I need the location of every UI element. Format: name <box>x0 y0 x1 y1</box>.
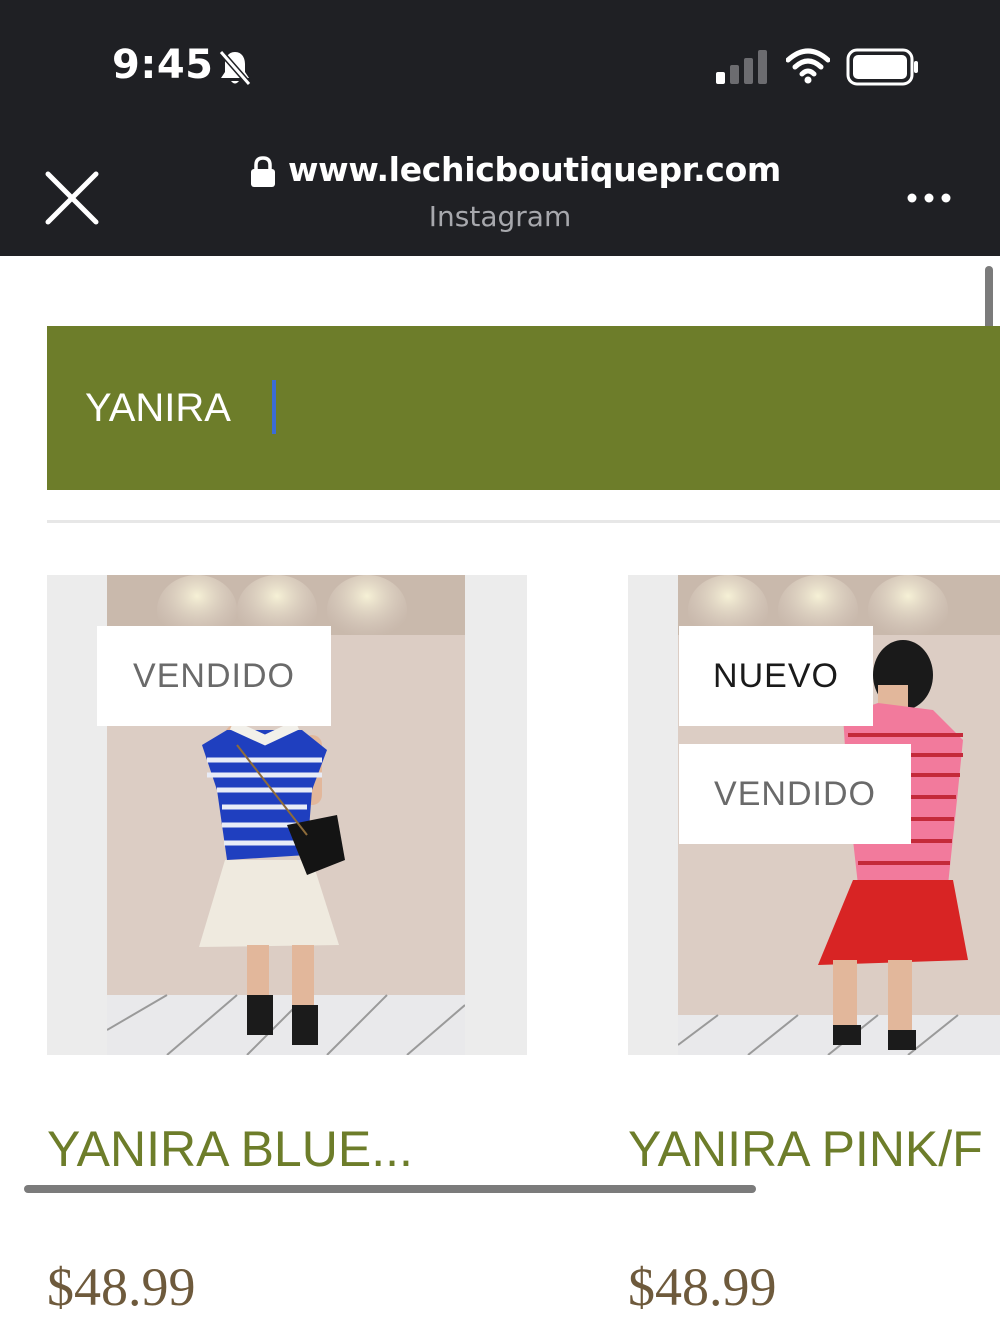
product-price: $48.99 <box>47 1257 196 1317</box>
new-badge: NUEVO <box>679 626 873 726</box>
product-title[interactable]: YANIRA PINK/F <box>628 1120 1000 1178</box>
bell-slash-icon <box>218 50 252 86</box>
lock-icon <box>251 156 275 187</box>
wifi-icon <box>786 48 830 84</box>
battery-icon <box>846 48 918 86</box>
signal-icon <box>716 50 767 84</box>
horizontal-scrollbar[interactable] <box>24 1185 756 1193</box>
source-label: Instagram <box>428 200 572 233</box>
divider <box>47 520 1000 523</box>
browser-chrome: 9:45 www.lechicboutiquepr.com Instagram <box>0 0 1000 256</box>
address-bar[interactable]: www.lechicboutiquepr.com <box>250 150 781 192</box>
sold-badge: VENDIDO <box>679 744 911 844</box>
more-icon[interactable] <box>904 186 954 210</box>
search-bar[interactable]: YANIRA <box>47 326 1000 490</box>
product-title[interactable]: YANIRA BLUE... <box>47 1120 527 1178</box>
product-price: $48.99 <box>628 1257 777 1317</box>
sold-badge: VENDIDO <box>97 626 331 726</box>
text-cursor <box>272 380 276 434</box>
search-input[interactable]: YANIRA <box>85 386 231 431</box>
status-time: 9:45 <box>112 42 214 88</box>
url-text: www.lechicboutiquepr.com <box>288 150 782 189</box>
